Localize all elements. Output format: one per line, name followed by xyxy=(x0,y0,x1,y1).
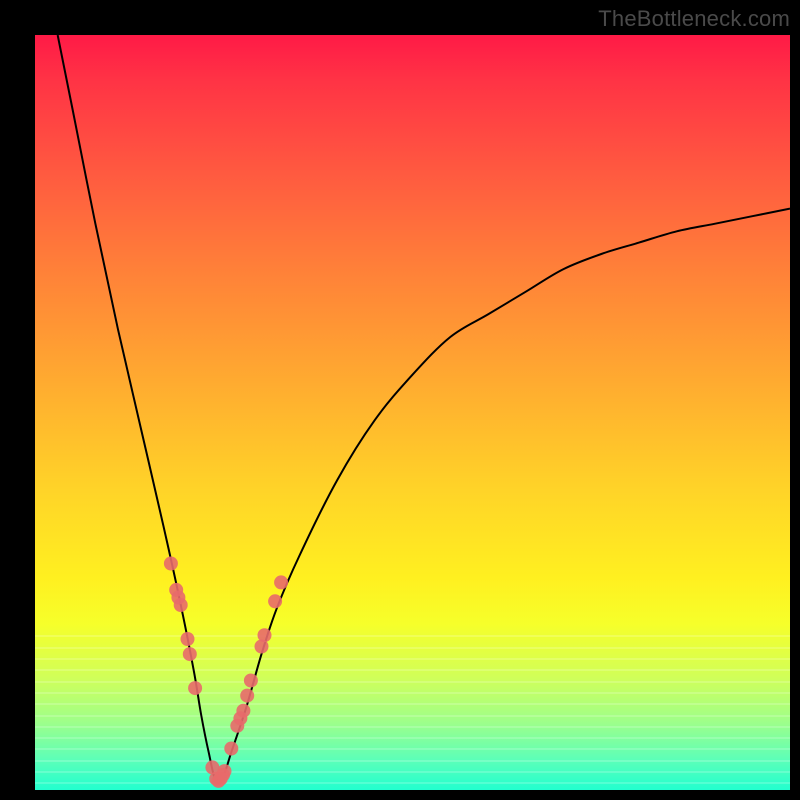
dot xyxy=(188,681,202,695)
dot xyxy=(174,598,188,612)
dot xyxy=(274,575,288,589)
dot xyxy=(181,632,195,646)
dot xyxy=(218,764,232,778)
chart-frame: TheBottleneck.com xyxy=(0,0,800,800)
dot xyxy=(164,557,178,571)
dot xyxy=(258,628,272,642)
bottleneck-curve xyxy=(58,35,790,784)
chart-svg xyxy=(35,35,790,790)
watermark-text: TheBottleneck.com xyxy=(598,6,790,32)
dot xyxy=(240,689,254,703)
dot xyxy=(244,674,258,688)
dot xyxy=(183,647,197,661)
dot xyxy=(224,742,238,756)
highlight-dots xyxy=(164,557,288,788)
dot xyxy=(236,704,250,718)
dot xyxy=(268,594,282,608)
plot-area xyxy=(35,35,790,790)
